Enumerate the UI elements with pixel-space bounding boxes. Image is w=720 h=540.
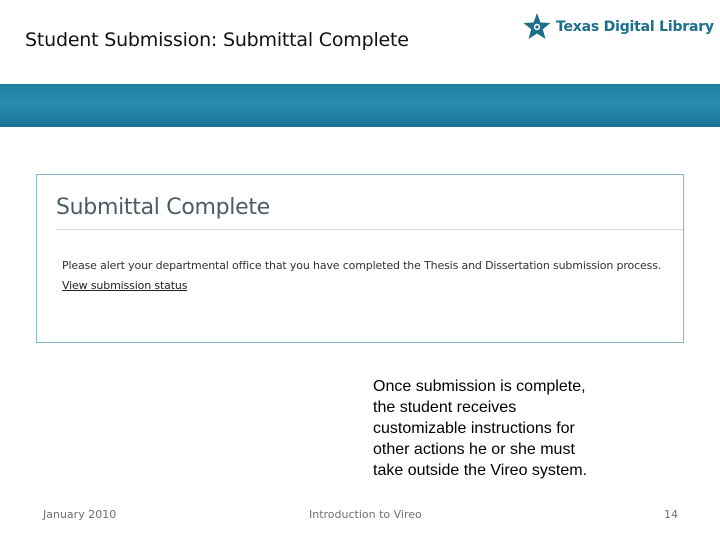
header-banner (0, 84, 720, 127)
footer-page-number: 14 (664, 508, 678, 521)
texas-digital-library-logo: Texas Digital Library (522, 10, 714, 44)
alert-message: Please alert your departmental office th… (62, 259, 662, 272)
star-icon (523, 13, 551, 39)
slide-title: Student Submission: Submittal Complete (25, 29, 409, 51)
footer-date: January 2010 (43, 508, 117, 521)
submittal-complete-screenshot: Submittal Complete Please alert your dep… (36, 174, 684, 343)
footer-presentation-title: Introduction to Vireo (309, 508, 422, 521)
divider (56, 229, 683, 230)
view-submission-status-link[interactable]: View submission status (62, 279, 187, 292)
callout-text: Once submission is complete, the student… (373, 378, 588, 479)
page-heading: Submittal Complete (56, 195, 270, 220)
logo-text: Texas Digital Library (556, 19, 714, 35)
